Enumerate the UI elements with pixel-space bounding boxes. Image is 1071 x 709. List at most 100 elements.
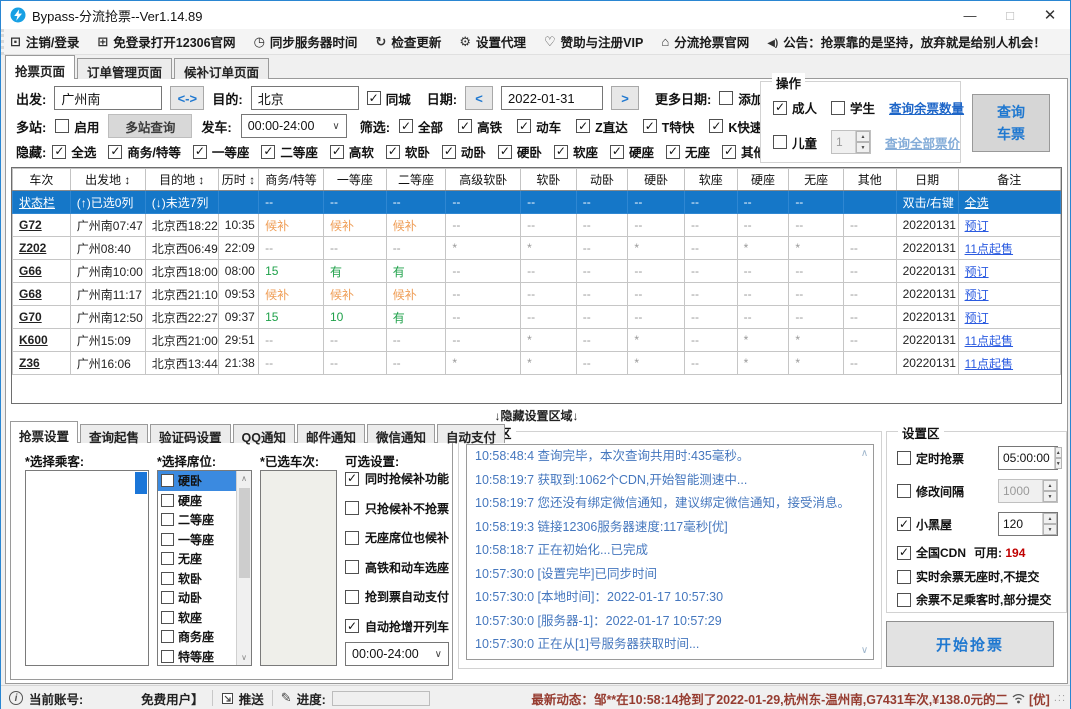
depart-time-dropdown[interactable]: 00:00-24:00 ∨	[240, 114, 347, 138]
hide-column-checkbox[interactable]: 一等座	[192, 142, 249, 161]
scroll-up-icon[interactable]: ∧	[861, 448, 868, 459]
seat-option[interactable]: 无座	[158, 549, 236, 569]
settings-tab[interactable]: QQ通知	[232, 424, 295, 445]
swap-stations-button[interactable]: <->	[170, 86, 205, 110]
settings-tab[interactable]: 抢票设置	[10, 421, 79, 444]
menu-item[interactable]: 分流抢票官网	[661, 32, 749, 51]
book-link[interactable]: 11点起售	[957, 236, 1061, 260]
minimize-button[interactable]: —	[950, 1, 990, 29]
settings-tab[interactable]: 验证码设置	[150, 424, 231, 445]
seat-option[interactable]: 硬卧	[158, 471, 236, 491]
optional-setting-checkbox[interactable]: 无座席位也候补	[345, 529, 449, 546]
depart-input[interactable]: 广州南	[54, 86, 163, 110]
book-link[interactable]: 预订	[957, 259, 1061, 283]
train-row[interactable]: G70 广州南12:50 北京西22:27 09:37 15 10 有 -- -- -- -- -- -…	[12, 305, 1061, 329]
book-link[interactable]: 11点起售	[957, 351, 1061, 375]
interval-checkbox[interactable]: 修改间隔	[897, 483, 964, 500]
train-type-checkbox[interactable]: Z直达	[576, 117, 628, 136]
column-header[interactable]: 车次	[12, 168, 71, 191]
train-type-checkbox[interactable]: T特快	[642, 117, 694, 136]
multi-query-button[interactable]: 多站查询	[108, 114, 193, 138]
column-header[interactable]: 软座	[683, 168, 738, 191]
hide-column-checkbox[interactable]: 硬座	[609, 142, 654, 161]
cdn-checkbox[interactable]: 全国CDN	[897, 544, 966, 561]
train-row[interactable]: G72 广州南07:47 北京西18:22 10:35 候补 候补 候补 -- -- -- -- --…	[12, 213, 1061, 237]
menu-item[interactable]: 设置代理	[459, 32, 526, 51]
menu-item[interactable]: 同步服务器时间	[254, 32, 358, 51]
status-bar-cell[interactable]: 状态栏	[12, 190, 71, 214]
select-all-link[interactable]: 全选	[957, 190, 1061, 214]
menu-item[interactable]: 公告：抢票靠的是坚持，放弃就是给别人机会！	[767, 32, 1046, 51]
book-link[interactable]: 预订	[957, 282, 1061, 306]
column-header[interactable]: 软卧	[520, 168, 577, 191]
train-link[interactable]: G68	[12, 282, 71, 306]
date-next-button[interactable]: >	[611, 86, 640, 110]
column-header[interactable]: 二等座	[385, 168, 447, 191]
column-header[interactable]: 一等座	[323, 168, 387, 191]
train-link[interactable]: K600	[12, 328, 71, 352]
passenger-listbox[interactable]	[25, 470, 149, 666]
hide-column-checkbox[interactable]: 高软	[329, 142, 374, 161]
settings-tab[interactable]: 自动支付	[437, 424, 506, 445]
seat-option[interactable]: 硬座	[158, 491, 236, 511]
book-link[interactable]: 预订	[957, 213, 1061, 237]
query-remaining-link[interactable]: 查询余票数量	[889, 98, 964, 117]
column-header[interactable]: 历时 ↕	[217, 168, 260, 191]
timed-grab-time-stepper[interactable]: 05:00:00 ▲ ▼	[998, 446, 1062, 470]
train-type-checkbox[interactable]: 全部	[399, 117, 443, 136]
scroll-up-icon[interactable]: ∧	[237, 471, 251, 486]
seat-option[interactable]: 一等座	[158, 530, 236, 550]
optional-setting-checkbox[interactable]: 同时抢候补功能	[345, 470, 449, 487]
seat-option[interactable]: 动卧	[158, 588, 236, 608]
child-count-stepper[interactable]: 1 ▲ ▼	[831, 130, 872, 154]
book-link[interactable]: 11点起售	[957, 328, 1061, 352]
column-header[interactable]: 高级软卧	[445, 168, 522, 191]
main-tab[interactable]: 订单管理页面	[77, 58, 173, 80]
hide-column-checkbox[interactable]: 动卧	[441, 142, 486, 161]
grab-time-range-dropdown[interactable]: 00:00-24:00 ∨	[345, 642, 449, 666]
settings-tab[interactable]: 微信通知	[367, 424, 436, 445]
seat-option[interactable]: 软座	[158, 608, 236, 628]
blackroom-stepper[interactable]: 120 ▲ ▼	[998, 512, 1058, 536]
dest-input[interactable]: 北京	[250, 86, 359, 110]
hide-column-checkbox[interactable]: 商务/特等	[108, 142, 181, 161]
output-scrollbar[interactable]: ∧ ∨	[856, 445, 873, 659]
seat-listbox[interactable]: 硬卧 硬座 二等座 一等座 无座 软卧 动卧 软座 商务座 特等座 ∧ ∨	[157, 470, 252, 666]
seat-option[interactable]: 特等座	[158, 647, 236, 666]
train-link[interactable]: G72	[12, 213, 71, 237]
train-type-checkbox[interactable]: 动车	[517, 117, 561, 136]
column-header[interactable]: 无座	[788, 168, 844, 191]
stepper-up-icon[interactable]: ▲	[856, 131, 871, 142]
optional-setting-checkbox[interactable]: 只抢候补不抢票	[345, 500, 449, 517]
hide-column-checkbox[interactable]: 硬卧	[497, 142, 542, 161]
train-link[interactable]: G66	[12, 259, 71, 283]
scroll-down-icon[interactable]: ∨	[861, 645, 868, 656]
column-header[interactable]: 硬座	[736, 168, 790, 191]
seat-scrollbar[interactable]: ∧ ∨	[236, 471, 251, 665]
train-link[interactable]: Z36	[12, 351, 71, 375]
book-link[interactable]: 预订	[957, 305, 1061, 329]
hide-column-checkbox[interactable]: 无座	[665, 142, 710, 161]
column-header[interactable]: 硬卧	[627, 168, 685, 191]
maximize-button[interactable]: □	[990, 1, 1030, 29]
hide-column-checkbox[interactable]: 全选	[52, 142, 96, 161]
multi-enable-checkbox[interactable]: 启用	[55, 117, 99, 136]
column-header[interactable]: 动卧	[575, 168, 629, 191]
seat-option[interactable]: 二等座	[158, 510, 236, 530]
column-header[interactable]: 商务/特等	[258, 168, 324, 191]
date-prev-button[interactable]: <	[465, 86, 494, 110]
start-grab-button[interactable]: 开始抢票	[886, 621, 1054, 667]
stepper-down-icon[interactable]: ▼	[856, 142, 871, 153]
hide-column-checkbox[interactable]: 二等座	[261, 142, 318, 161]
optional-setting-checkbox[interactable]: 抢到票自动支付	[345, 588, 449, 605]
train-type-checkbox[interactable]: K快速	[709, 117, 762, 136]
column-header[interactable]: 备注	[957, 168, 1061, 191]
main-tab[interactable]: 候补订单页面	[174, 58, 270, 80]
output-log[interactable]: 10:58:48:4 查询完毕，本次查询共用时:435毫秒。 10:58:19:7…	[466, 444, 874, 660]
train-type-checkbox[interactable]: 高铁	[458, 117, 502, 136]
train-link[interactable]: G70	[12, 305, 71, 329]
main-tab[interactable]: 抢票页面	[5, 55, 76, 79]
settings-tab[interactable]: 邮件通知	[297, 424, 366, 445]
train-link[interactable]: Z202	[12, 236, 71, 260]
interval-stepper[interactable]: 1000 ▲ ▼	[998, 479, 1058, 503]
